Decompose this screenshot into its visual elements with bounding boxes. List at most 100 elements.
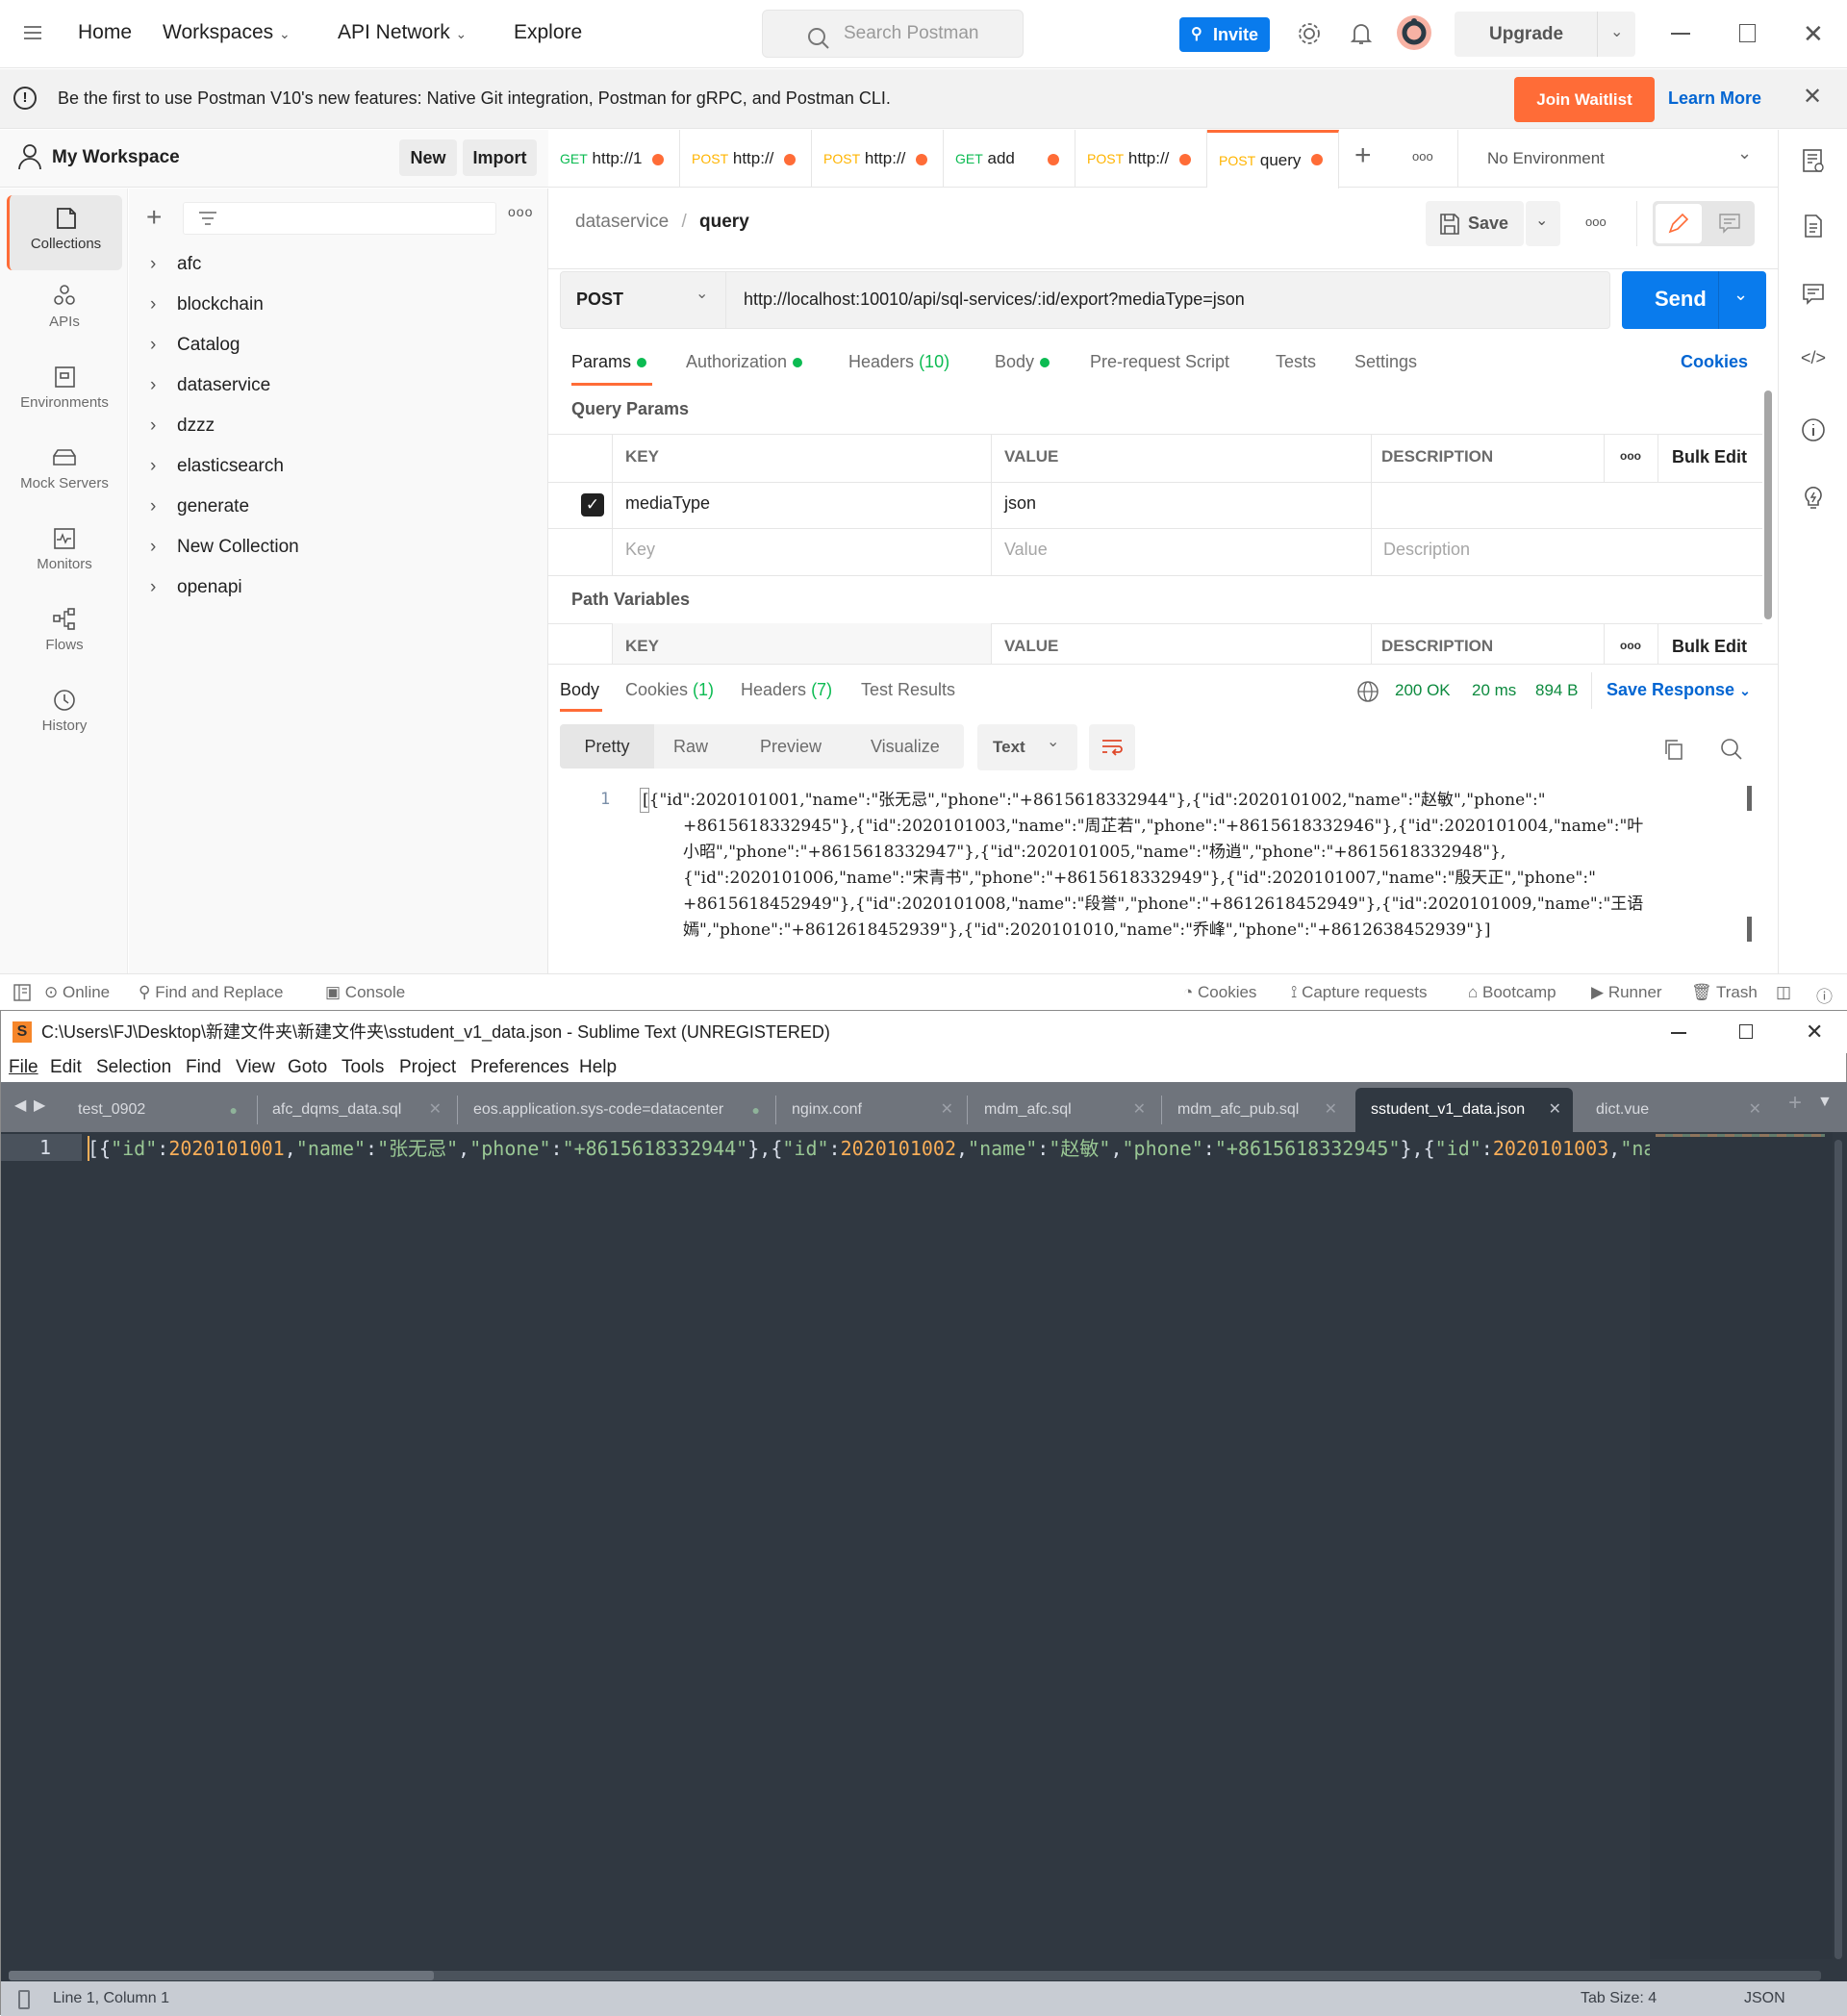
response-scrollbar[interactable] — [1747, 786, 1752, 811]
close-tab-icon[interactable]: ✕ — [941, 1088, 953, 1132]
breadcrumb-parent[interactable]: dataservice — [575, 212, 669, 232]
comments-icon[interactable] — [1800, 281, 1827, 308]
response-body-line[interactable]: {"id":2020101006,"name":"宋青书","phone":"+… — [683, 866, 1596, 892]
collection-item[interactable]: › afc — [150, 254, 201, 275]
minimap[interactable] — [1650, 1132, 1833, 1959]
response-tab-test-results[interactable]: Test Results — [861, 680, 955, 700]
environment-select[interactable]: No Environment ⌄ — [1458, 130, 1799, 188]
online-status[interactable]: ⊙ Online — [44, 983, 110, 1002]
console-button[interactable]: ▣ Console — [325, 983, 405, 1002]
save-dropdown-button[interactable]: ⌄ — [1526, 201, 1560, 246]
menu-tools[interactable]: Tools — [342, 1053, 384, 1082]
request-tab[interactable]: POST http:// — [1075, 130, 1207, 188]
bell-icon[interactable] — [1350, 21, 1373, 51]
maximize-icon[interactable] — [1739, 1024, 1753, 1039]
new-tab-icon[interactable]: + — [1354, 139, 1372, 172]
collection-item[interactable]: › dataservice — [150, 375, 270, 396]
method-select[interactable]: POST ⌄ — [561, 272, 726, 328]
close-tab-icon[interactable]: ✕ — [1325, 1088, 1337, 1132]
editor-tab[interactable]: afc_dqms_data.sql ✕ — [272, 1088, 442, 1132]
tab-list-icon[interactable]: ▼ — [1817, 1094, 1833, 1111]
more-options-icon[interactable]: ooo — [508, 204, 533, 219]
menu-find[interactable]: Find — [186, 1053, 221, 1082]
menu-preferences[interactable]: Preferences — [470, 1053, 569, 1082]
toggle-sidebar-icon[interactable] — [13, 984, 31, 1001]
comment-mode-icon[interactable] — [1718, 213, 1741, 234]
find-replace-button[interactable]: ⚲ Find and Replace — [139, 983, 283, 1002]
two-pane-icon[interactable]: ◫ — [1776, 983, 1791, 1002]
editor-tab[interactable]: mdm_afc.sql ✕ — [984, 1088, 1146, 1132]
response-scrollbar-bottom[interactable] — [1747, 917, 1752, 942]
sidebar-item-collections[interactable]: Collections — [7, 195, 122, 270]
tab-size[interactable]: Tab Size: 4 — [1581, 1981, 1657, 2016]
response-tab-body[interactable]: Body — [560, 680, 599, 700]
menu-edit[interactable]: Edit — [50, 1053, 82, 1082]
globe-icon[interactable] — [1356, 680, 1379, 703]
sidebar-item-history[interactable]: History — [7, 681, 122, 758]
param-value[interactable]: json — [1004, 493, 1036, 514]
save-response-button[interactable]: Save Response ⌄ — [1607, 680, 1751, 700]
request-tab[interactable]: GET http://1 — [548, 130, 680, 188]
editor-tab[interactable]: mdm_afc_pub.sql ✕ — [1177, 1088, 1337, 1132]
nav-home[interactable]: Home — [78, 21, 132, 44]
edit-mode-button[interactable] — [1656, 204, 1702, 243]
collection-item[interactable]: › openapi — [150, 577, 242, 598]
nav-workspaces[interactable]: Workspaces ⌄ — [163, 21, 291, 44]
avatar[interactable] — [1397, 15, 1431, 50]
import-button[interactable]: Import — [463, 139, 537, 176]
new-tab-icon[interactable]: + — [1788, 1090, 1802, 1117]
request-tab-active[interactable]: POST query — [1207, 130, 1339, 189]
bulk-edit-button[interactable]: Bulk Edit — [1672, 447, 1747, 467]
lightbulb-icon[interactable] — [1800, 484, 1827, 511]
sidebar-item-mock-servers[interactable]: Mock Servers — [7, 439, 122, 516]
menu-file[interactable]: File — [9, 1053, 38, 1082]
bootcamp-button[interactable]: ⌂ Bootcamp — [1468, 983, 1556, 1002]
response-tab-cookies[interactable]: Cookies (1) — [625, 680, 714, 700]
response-tab-headers[interactable]: Headers (7) — [741, 680, 832, 700]
tab-tests[interactable]: Tests — [1276, 352, 1316, 372]
editor-tab[interactable]: eos.application.sys-code=datacenter ● — [473, 1088, 760, 1132]
menu-icon[interactable] — [23, 23, 42, 42]
copy-icon[interactable] — [1662, 738, 1685, 761]
close-tab-icon[interactable]: ✕ — [1133, 1088, 1146, 1132]
close-tab-icon[interactable]: ✕ — [1749, 1088, 1761, 1132]
request-scrollbar[interactable] — [1764, 391, 1772, 619]
info-icon[interactable] — [1800, 416, 1827, 443]
sidebar-item-apis[interactable]: APIs — [7, 277, 122, 354]
runner-button[interactable]: ▶ Runner — [1591, 983, 1662, 1002]
bulk-edit-button[interactable]: Bulk Edit — [1672, 637, 1747, 657]
sidebar-item-flows[interactable]: Flows — [7, 600, 122, 677]
more-options-icon[interactable]: ooo — [1620, 639, 1641, 652]
breadcrumb-current[interactable]: query — [699, 212, 749, 232]
add-collection-icon[interactable]: + — [146, 202, 162, 233]
close-tab-icon[interactable]: ✕ — [429, 1088, 442, 1132]
tab-authorization[interactable]: Authorization — [686, 352, 803, 372]
response-size[interactable]: 894 B — [1535, 681, 1578, 700]
view-visualize[interactable]: Visualize — [871, 737, 940, 757]
new-key-input[interactable]: Key — [625, 540, 655, 560]
upgrade-button[interactable]: Upgrade ⌄ — [1455, 12, 1635, 57]
editor-area[interactable]: 1 [{"id":2020101001,"name":"张无忌","phone"… — [1, 1132, 1847, 1981]
cookies-link[interactable]: Cookies — [1681, 352, 1748, 372]
vertical-scrollbar[interactable] — [1834, 1140, 1842, 1959]
chevron-down-icon[interactable]: ⌄ — [1610, 22, 1623, 41]
invite-button[interactable]: ⚲ Invite — [1179, 17, 1270, 52]
more-options-icon[interactable]: ooo — [1620, 449, 1641, 463]
nav-explore[interactable]: Explore — [514, 21, 582, 44]
response-time[interactable]: 20 ms — [1472, 681, 1516, 700]
view-pretty[interactable]: Pretty — [560, 724, 654, 769]
menu-selection[interactable]: Selection — [96, 1053, 171, 1082]
close-icon[interactable]: ✕ — [1803, 19, 1824, 49]
workspace-title[interactable]: My Workspace — [52, 147, 180, 168]
tab-options-icon[interactable]: ooo — [1412, 149, 1433, 164]
cookies-button[interactable]: ◔ Cookies — [1183, 983, 1256, 1002]
response-body-line[interactable]: +8615618452949"},{"id":2020101008,"name"… — [683, 892, 1643, 918]
response-body-line[interactable]: 嫣","phone":"+8612618452939"},{"id":20201… — [683, 918, 1491, 944]
wrap-lines-button[interactable] — [1089, 724, 1135, 770]
editor-tab[interactable]: test_0902 ● — [78, 1088, 241, 1132]
collection-item[interactable]: › Catalog — [150, 335, 240, 356]
close-banner-icon[interactable]: ✕ — [1803, 83, 1822, 111]
search-icon[interactable] — [1720, 738, 1743, 761]
param-enabled-checkbox[interactable]: ✓ — [581, 493, 604, 517]
documentation-icon[interactable] — [1800, 213, 1827, 239]
